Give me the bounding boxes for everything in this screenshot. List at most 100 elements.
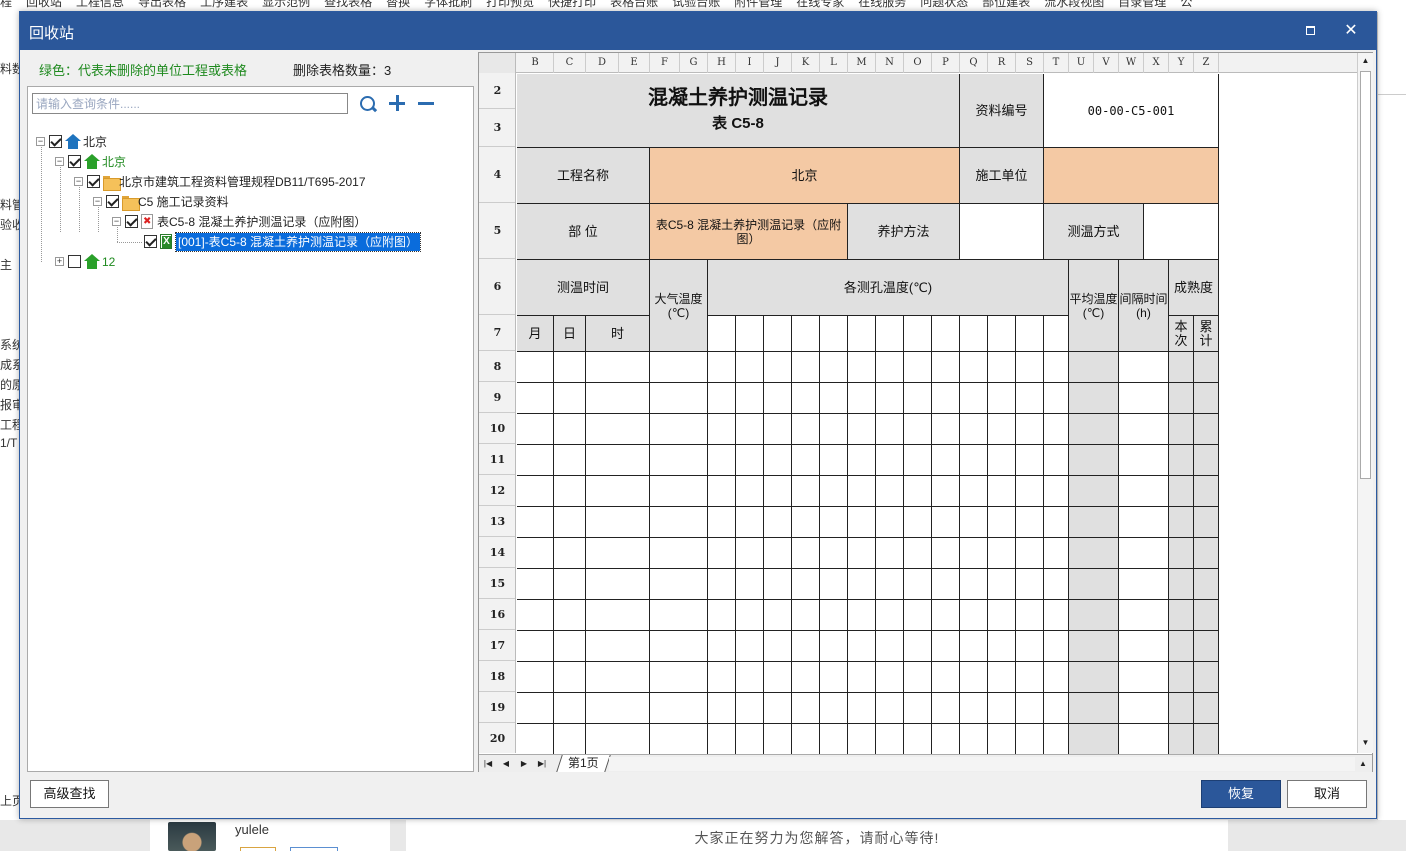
expand-all-icon[interactable]	[388, 94, 408, 114]
tree-checkbox[interactable]	[68, 155, 81, 168]
data-cell[interactable]	[517, 383, 554, 414]
data-cell[interactable]	[650, 383, 708, 414]
horizontal-scrollbar[interactable]	[609, 757, 1355, 771]
data-cell[interactable]	[650, 569, 708, 600]
data-cell[interactable]	[517, 352, 554, 383]
data-cell[interactable]	[960, 693, 988, 724]
data-cell[interactable]	[1169, 507, 1194, 538]
column-header-cell[interactable]: O	[904, 53, 932, 73]
data-cell[interactable]	[764, 724, 792, 754]
data-cell[interactable]	[960, 507, 988, 538]
data-cell[interactable]	[736, 631, 764, 662]
column-header-cell[interactable]: G	[680, 53, 708, 73]
data-cell[interactable]	[586, 569, 650, 600]
data-cell[interactable]	[988, 538, 1016, 569]
data-cell[interactable]	[876, 352, 904, 383]
dialog-titlebar[interactable]: 回收站 ✕	[20, 12, 1376, 50]
data-cell[interactable]	[736, 507, 764, 538]
data-cell[interactable]	[848, 507, 876, 538]
data-cell[interactable]	[1044, 507, 1069, 538]
background-menu-item[interactable]: 导出表格	[138, 0, 186, 8]
restore-button[interactable]: 恢复	[1201, 780, 1281, 808]
data-cell[interactable]	[586, 693, 650, 724]
column-header-cell[interactable]: Q	[960, 53, 988, 73]
data-cell[interactable]	[708, 414, 736, 445]
username[interactable]: yulele	[235, 822, 269, 837]
data-cell[interactable]	[960, 662, 988, 693]
data-cell[interactable]	[988, 507, 1016, 538]
search-input[interactable]	[32, 93, 348, 114]
tree-view[interactable]: − 北京 − 北京 − 北京市建筑工程资料管理规程DB11/T695-2017 − C5 施工…	[27, 86, 474, 772]
data-cell[interactable]	[1069, 507, 1119, 538]
column-header-cell[interactable]: X	[1144, 53, 1169, 73]
data-cell[interactable]	[586, 352, 650, 383]
data-cell[interactable]	[932, 352, 960, 383]
data-cell[interactable]	[1194, 445, 1219, 476]
data-cell[interactable]	[904, 538, 932, 569]
data-cell[interactable]	[1194, 569, 1219, 600]
background-menu-item[interactable]: 字体批刷	[424, 0, 472, 8]
tree-checkbox[interactable]	[87, 175, 100, 188]
data-cell[interactable]	[708, 631, 736, 662]
data-cell[interactable]	[708, 383, 736, 414]
column-header-cell[interactable]: K	[792, 53, 820, 73]
data-cell[interactable]	[1119, 538, 1169, 569]
data-cell[interactable]	[988, 476, 1016, 507]
data-cell[interactable]	[708, 600, 736, 631]
data-cell[interactable]	[708, 662, 736, 693]
data-cell[interactable]	[848, 693, 876, 724]
data-cell[interactable]	[1016, 569, 1044, 600]
data-cell[interactable]	[764, 538, 792, 569]
data-cell[interactable]	[988, 631, 1016, 662]
data-cell[interactable]	[848, 631, 876, 662]
data-cell[interactable]	[904, 569, 932, 600]
data-cell[interactable]	[932, 724, 960, 754]
data-cell[interactable]	[1169, 600, 1194, 631]
data-cell[interactable]	[932, 693, 960, 724]
data-cell[interactable]	[848, 414, 876, 445]
data-cell[interactable]	[848, 476, 876, 507]
data-cell[interactable]	[876, 507, 904, 538]
data-cell[interactable]	[932, 476, 960, 507]
column-header-cell[interactable]: T	[1044, 53, 1069, 73]
maximize-button[interactable]	[1300, 21, 1320, 41]
data-cell[interactable]	[1194, 383, 1219, 414]
data-cell[interactable]	[708, 569, 736, 600]
tree-node-label[interactable]: 表C5-8 混凝土养护测温记录（应附图）	[157, 213, 366, 231]
data-cell[interactable]	[650, 600, 708, 631]
data-cell[interactable]	[904, 383, 932, 414]
data-cell[interactable]	[1169, 538, 1194, 569]
data-cell[interactable]	[792, 352, 820, 383]
data-cell[interactable]	[876, 538, 904, 569]
data-cell[interactable]	[1119, 724, 1169, 754]
collapse-all-icon[interactable]	[417, 94, 437, 114]
tree-node-label[interactable]: 北京市建筑工程资料管理规程DB11/T695-2017	[119, 173, 366, 191]
data-cell[interactable]	[904, 724, 932, 754]
data-cell[interactable]	[876, 662, 904, 693]
data-cell[interactable]	[988, 414, 1016, 445]
data-cell[interactable]	[764, 445, 792, 476]
data-cell[interactable]	[1194, 476, 1219, 507]
data-cell[interactable]	[904, 445, 932, 476]
data-cell[interactable]	[960, 724, 988, 754]
data-cell[interactable]	[517, 507, 554, 538]
row-header-cell[interactable]: 10	[479, 413, 515, 444]
background-menu-item[interactable]: 在线专家	[796, 0, 844, 8]
prev-sheet-icon[interactable]: ◀	[499, 757, 513, 771]
data-cell[interactable]	[1016, 476, 1044, 507]
data-cell[interactable]	[960, 414, 988, 445]
data-cell[interactable]	[554, 445, 586, 476]
data-cell[interactable]	[876, 383, 904, 414]
data-cell[interactable]	[517, 414, 554, 445]
data-cell[interactable]	[848, 600, 876, 631]
background-menu-item[interactable]: 目录管理	[1118, 0, 1166, 8]
data-cell[interactable]	[517, 662, 554, 693]
data-cell[interactable]	[1044, 662, 1069, 693]
data-cell[interactable]	[764, 476, 792, 507]
data-cell[interactable]	[988, 724, 1016, 754]
data-cell[interactable]	[736, 662, 764, 693]
data-cell[interactable]	[586, 724, 650, 754]
data-cell[interactable]	[988, 445, 1016, 476]
data-cell[interactable]	[1044, 414, 1069, 445]
data-cell[interactable]	[1194, 693, 1219, 724]
